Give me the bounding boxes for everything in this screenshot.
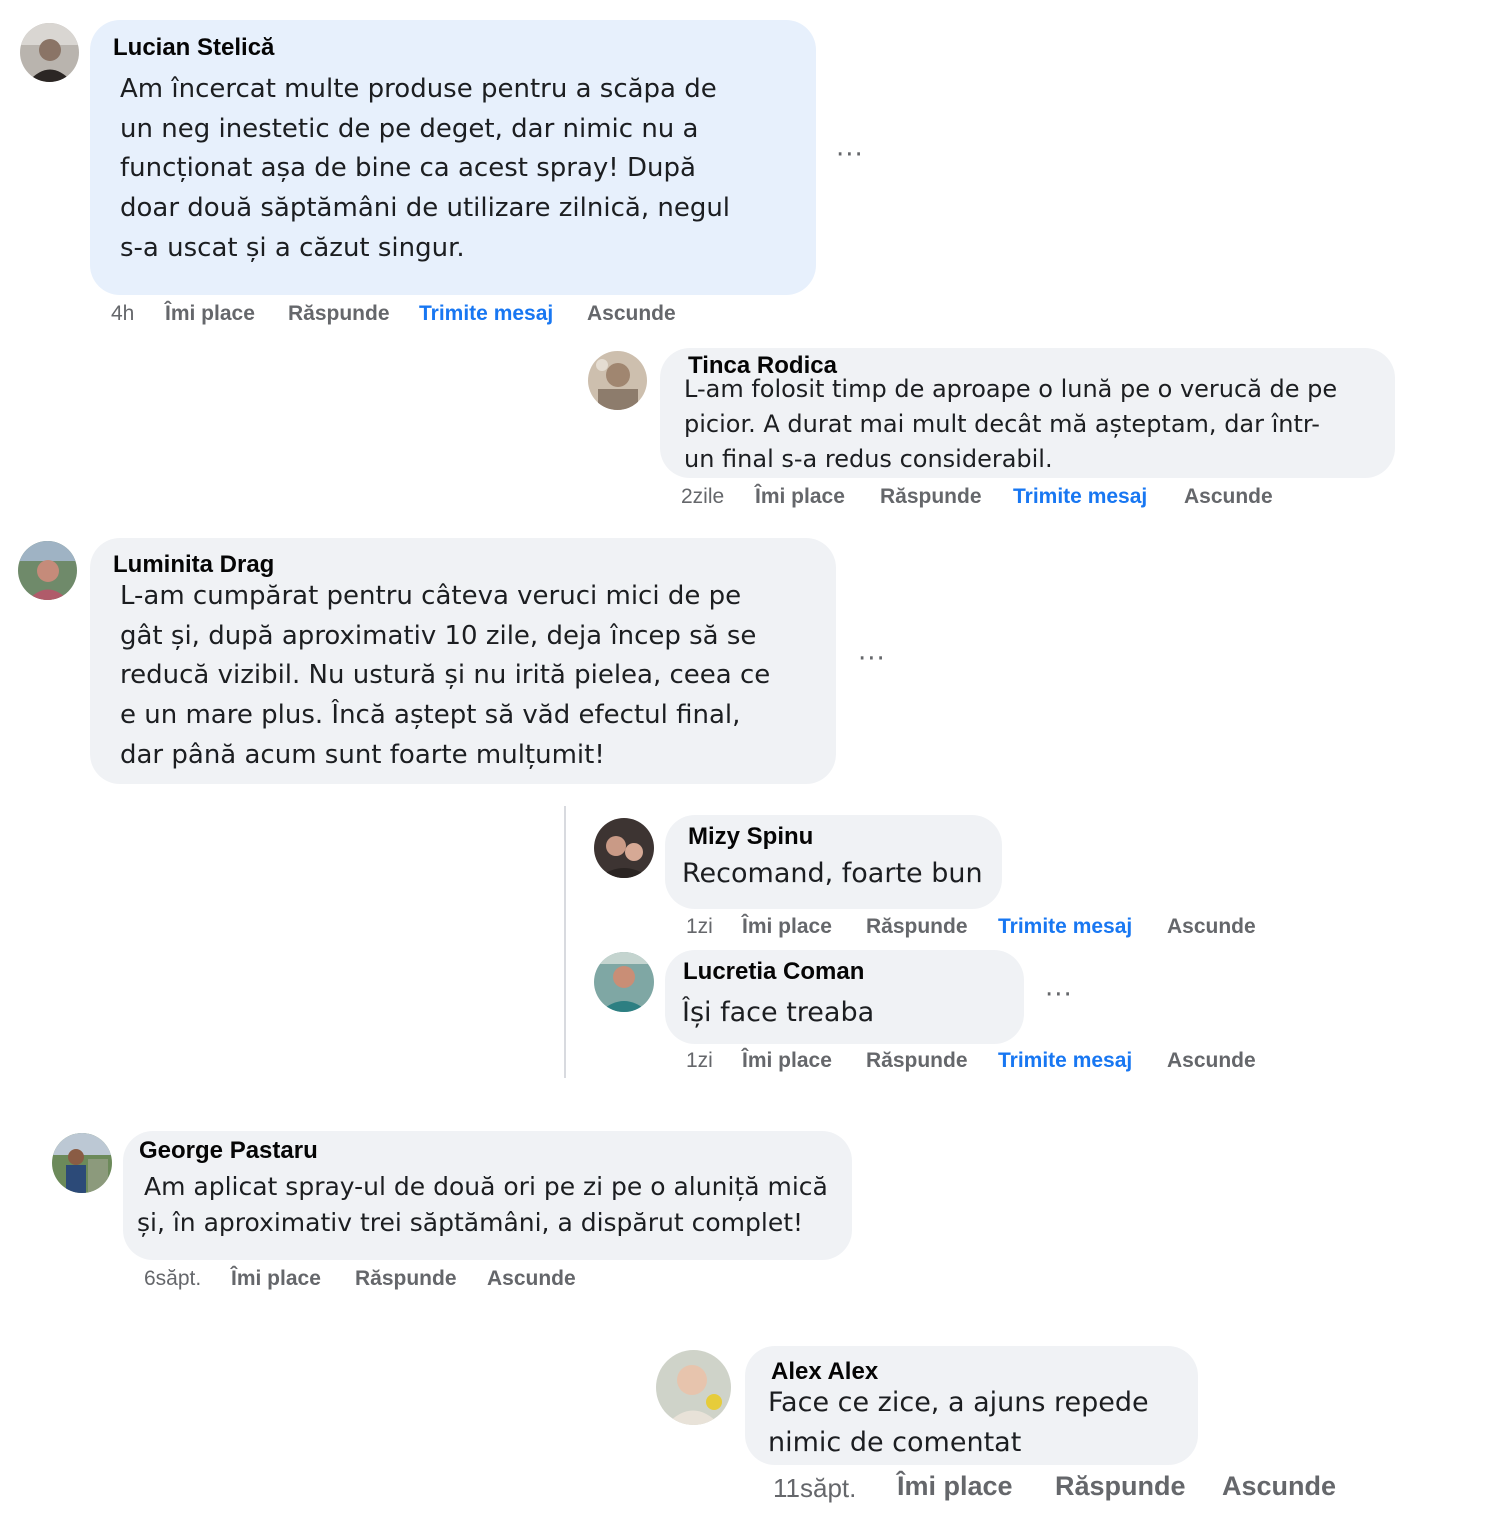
reply-button[interactable]: Răspunde [866,1049,968,1073]
comment-text: Am încercat multe produse pentru a scăpa… [120,74,731,263]
timestamp: 2zile [681,485,725,508]
send-message-button[interactable]: Trimite mesaj [998,915,1132,939]
comment-text: L-am folosit timp de aproape o lună pe o… [684,375,1338,473]
author-name[interactable]: George Pastaru [139,1137,318,1165]
comment-text: Am aplicat spray-ul de două ori pe zi pe… [137,1172,828,1237]
author-name[interactable]: Lucretia Coman [683,958,864,986]
hide-button[interactable]: Ascunde [1167,1049,1256,1073]
hide-button[interactable]: Ascunde [1184,485,1273,509]
like-button[interactable]: Îmi place [231,1267,321,1291]
more-options-icon[interactable]: ··· [836,140,864,170]
comment-text: Face ce zice, a ajuns repede nimic de co… [768,1387,1149,1458]
avatar[interactable] [20,23,79,82]
send-message-button[interactable]: Trimite mesaj [998,1049,1132,1073]
hide-button[interactable]: Ascunde [587,302,676,326]
like-button[interactable]: Îmi place [755,485,845,509]
author-name[interactable]: Mizy Spinu [688,823,813,851]
like-button[interactable]: Îmi place [742,1049,832,1073]
thread-line [564,806,566,1078]
avatar[interactable] [52,1133,112,1193]
reply-button[interactable]: Răspunde [355,1267,457,1291]
hide-button[interactable]: Ascunde [487,1267,576,1291]
reply-button[interactable]: Răspunde [288,302,390,326]
timestamp: 1zi [686,915,713,938]
send-message-button[interactable]: Trimite mesaj [1013,485,1147,509]
reply-button[interactable]: Răspunde [880,485,982,509]
more-options-icon[interactable]: ··· [858,644,886,674]
hide-button[interactable]: Ascunde [1222,1471,1336,1502]
comment-text: Recomand, foarte bun [682,858,983,889]
timestamp: 1zi [686,1049,713,1072]
avatar[interactable] [594,952,654,1012]
author-name[interactable]: Lucian Stelică [113,34,274,62]
avatar[interactable] [18,541,77,600]
timestamp: 4h [111,302,135,325]
more-options-icon[interactable]: ··· [1045,980,1073,1010]
reply-button[interactable]: Răspunde [866,915,968,939]
comment-text: Își face treaba [682,997,875,1028]
avatar[interactable] [656,1350,731,1425]
timestamp: 11săpt. [773,1473,857,1503]
hide-button[interactable]: Ascunde [1167,915,1256,939]
reply-button[interactable]: Răspunde [1055,1471,1186,1502]
author-name[interactable]: Luminita Drag [113,551,274,579]
like-button[interactable]: Îmi place [897,1471,1013,1502]
avatar[interactable] [588,351,647,410]
timestamp: 6săpt. [144,1267,202,1290]
comment-text: L-am cumpărat pentru câteva veruci mici … [120,581,771,770]
like-button[interactable]: Îmi place [165,302,255,326]
author-name[interactable]: Alex Alex [771,1358,878,1386]
send-message-button[interactable]: Trimite mesaj [419,302,553,326]
like-button[interactable]: Îmi place [742,915,832,939]
avatar[interactable] [594,818,654,878]
